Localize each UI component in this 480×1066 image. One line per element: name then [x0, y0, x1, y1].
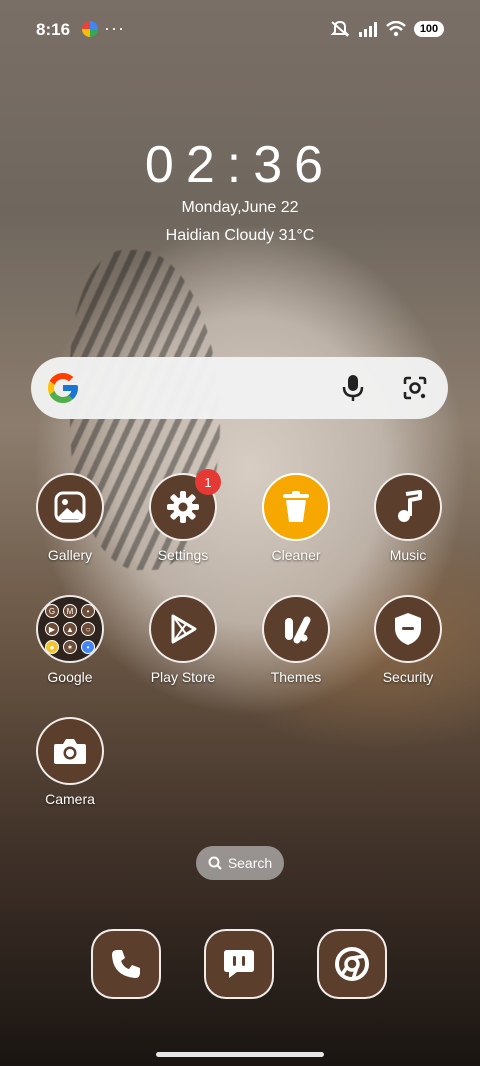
gesture-nav-handle[interactable] — [156, 1052, 324, 1057]
status-time: 8:16 — [36, 20, 71, 39]
mini-app-icon: ✶ — [63, 640, 77, 654]
battery-indicator: 100 — [414, 21, 444, 37]
mini-app-icon: • — [81, 640, 95, 654]
trash-icon — [262, 473, 330, 541]
mini-app-icon: ▶ — [45, 622, 59, 636]
app-label: Security — [382, 669, 434, 685]
google-g-icon — [48, 373, 78, 403]
app-camera[interactable]: Camera — [20, 717, 120, 807]
app-themes[interactable]: Themes — [246, 595, 346, 685]
music-note-icon — [374, 473, 442, 541]
message-icon — [224, 950, 254, 978]
weather-text[interactable]: Haidian Cloudy 31°C — [0, 227, 480, 245]
app-label: Themes — [270, 669, 322, 685]
app-label: Settings — [157, 547, 209, 563]
shield-icon — [374, 595, 442, 663]
app-gallery[interactable]: Gallery — [20, 473, 120, 563]
app-security[interactable]: Security — [358, 595, 458, 685]
app-label: Gallery — [47, 547, 93, 563]
mini-app-icon: • — [81, 604, 95, 618]
mic-icon[interactable] — [340, 373, 366, 403]
app-settings[interactable]: 1 Settings — [133, 469, 233, 563]
mini-app-icon: G — [45, 604, 59, 618]
clock-time[interactable]: 02:36 — [0, 135, 480, 195]
folder-preview-grid: G M • ▶ ▲ ○ ● ✶ • — [45, 604, 95, 654]
google-search-bar[interactable] — [31, 357, 448, 419]
app-music[interactable]: Music — [358, 473, 458, 563]
chrome-icon — [335, 947, 369, 981]
status-bar: 8:16 ··· 100 — [0, 0, 480, 60]
camera-icon — [36, 717, 104, 785]
app-label: Cleaner — [271, 547, 321, 563]
themes-icon — [262, 595, 330, 663]
mute-icon — [330, 20, 350, 37]
gallery-icon — [36, 473, 104, 541]
gear-icon: 1 — [149, 469, 221, 541]
dock-phone[interactable] — [91, 929, 161, 999]
status-overflow: ··· — [104, 18, 125, 38]
app-label: Music — [389, 547, 427, 563]
home-search-label: Search — [227, 855, 273, 871]
app-label: Camera — [45, 791, 95, 807]
play-icon — [149, 595, 217, 663]
signal-icon — [359, 22, 377, 37]
dock-messages[interactable] — [204, 929, 274, 999]
app-notification-icon — [82, 21, 98, 37]
mini-app-icon: ● — [45, 640, 59, 654]
search-icon — [208, 856, 222, 870]
dock-chrome[interactable] — [317, 929, 387, 999]
app-label: Google — [47, 669, 93, 685]
mini-app-icon: ▲ — [63, 622, 77, 636]
home-search-pill[interactable]: Search — [196, 846, 284, 880]
app-cleaner[interactable]: Cleaner — [246, 473, 346, 563]
mini-app-icon: ○ — [81, 622, 95, 636]
clock-date[interactable]: Monday,June 22 — [0, 199, 480, 217]
app-label: Play Store — [150, 669, 216, 685]
folder-icon: G M • ▶ ▲ ○ ● ✶ • — [36, 595, 104, 663]
phone-icon — [112, 950, 140, 978]
google-lens-icon[interactable] — [401, 374, 429, 402]
mini-app-icon: M — [63, 604, 77, 618]
status-icons: 100 — [330, 20, 444, 38]
app-play-store[interactable]: Play Store — [133, 595, 233, 685]
wifi-icon — [386, 21, 406, 37]
notification-badge: 1 — [195, 469, 221, 495]
app-folder-google[interactable]: G M • ▶ ▲ ○ ● ✶ • Google — [20, 595, 120, 685]
